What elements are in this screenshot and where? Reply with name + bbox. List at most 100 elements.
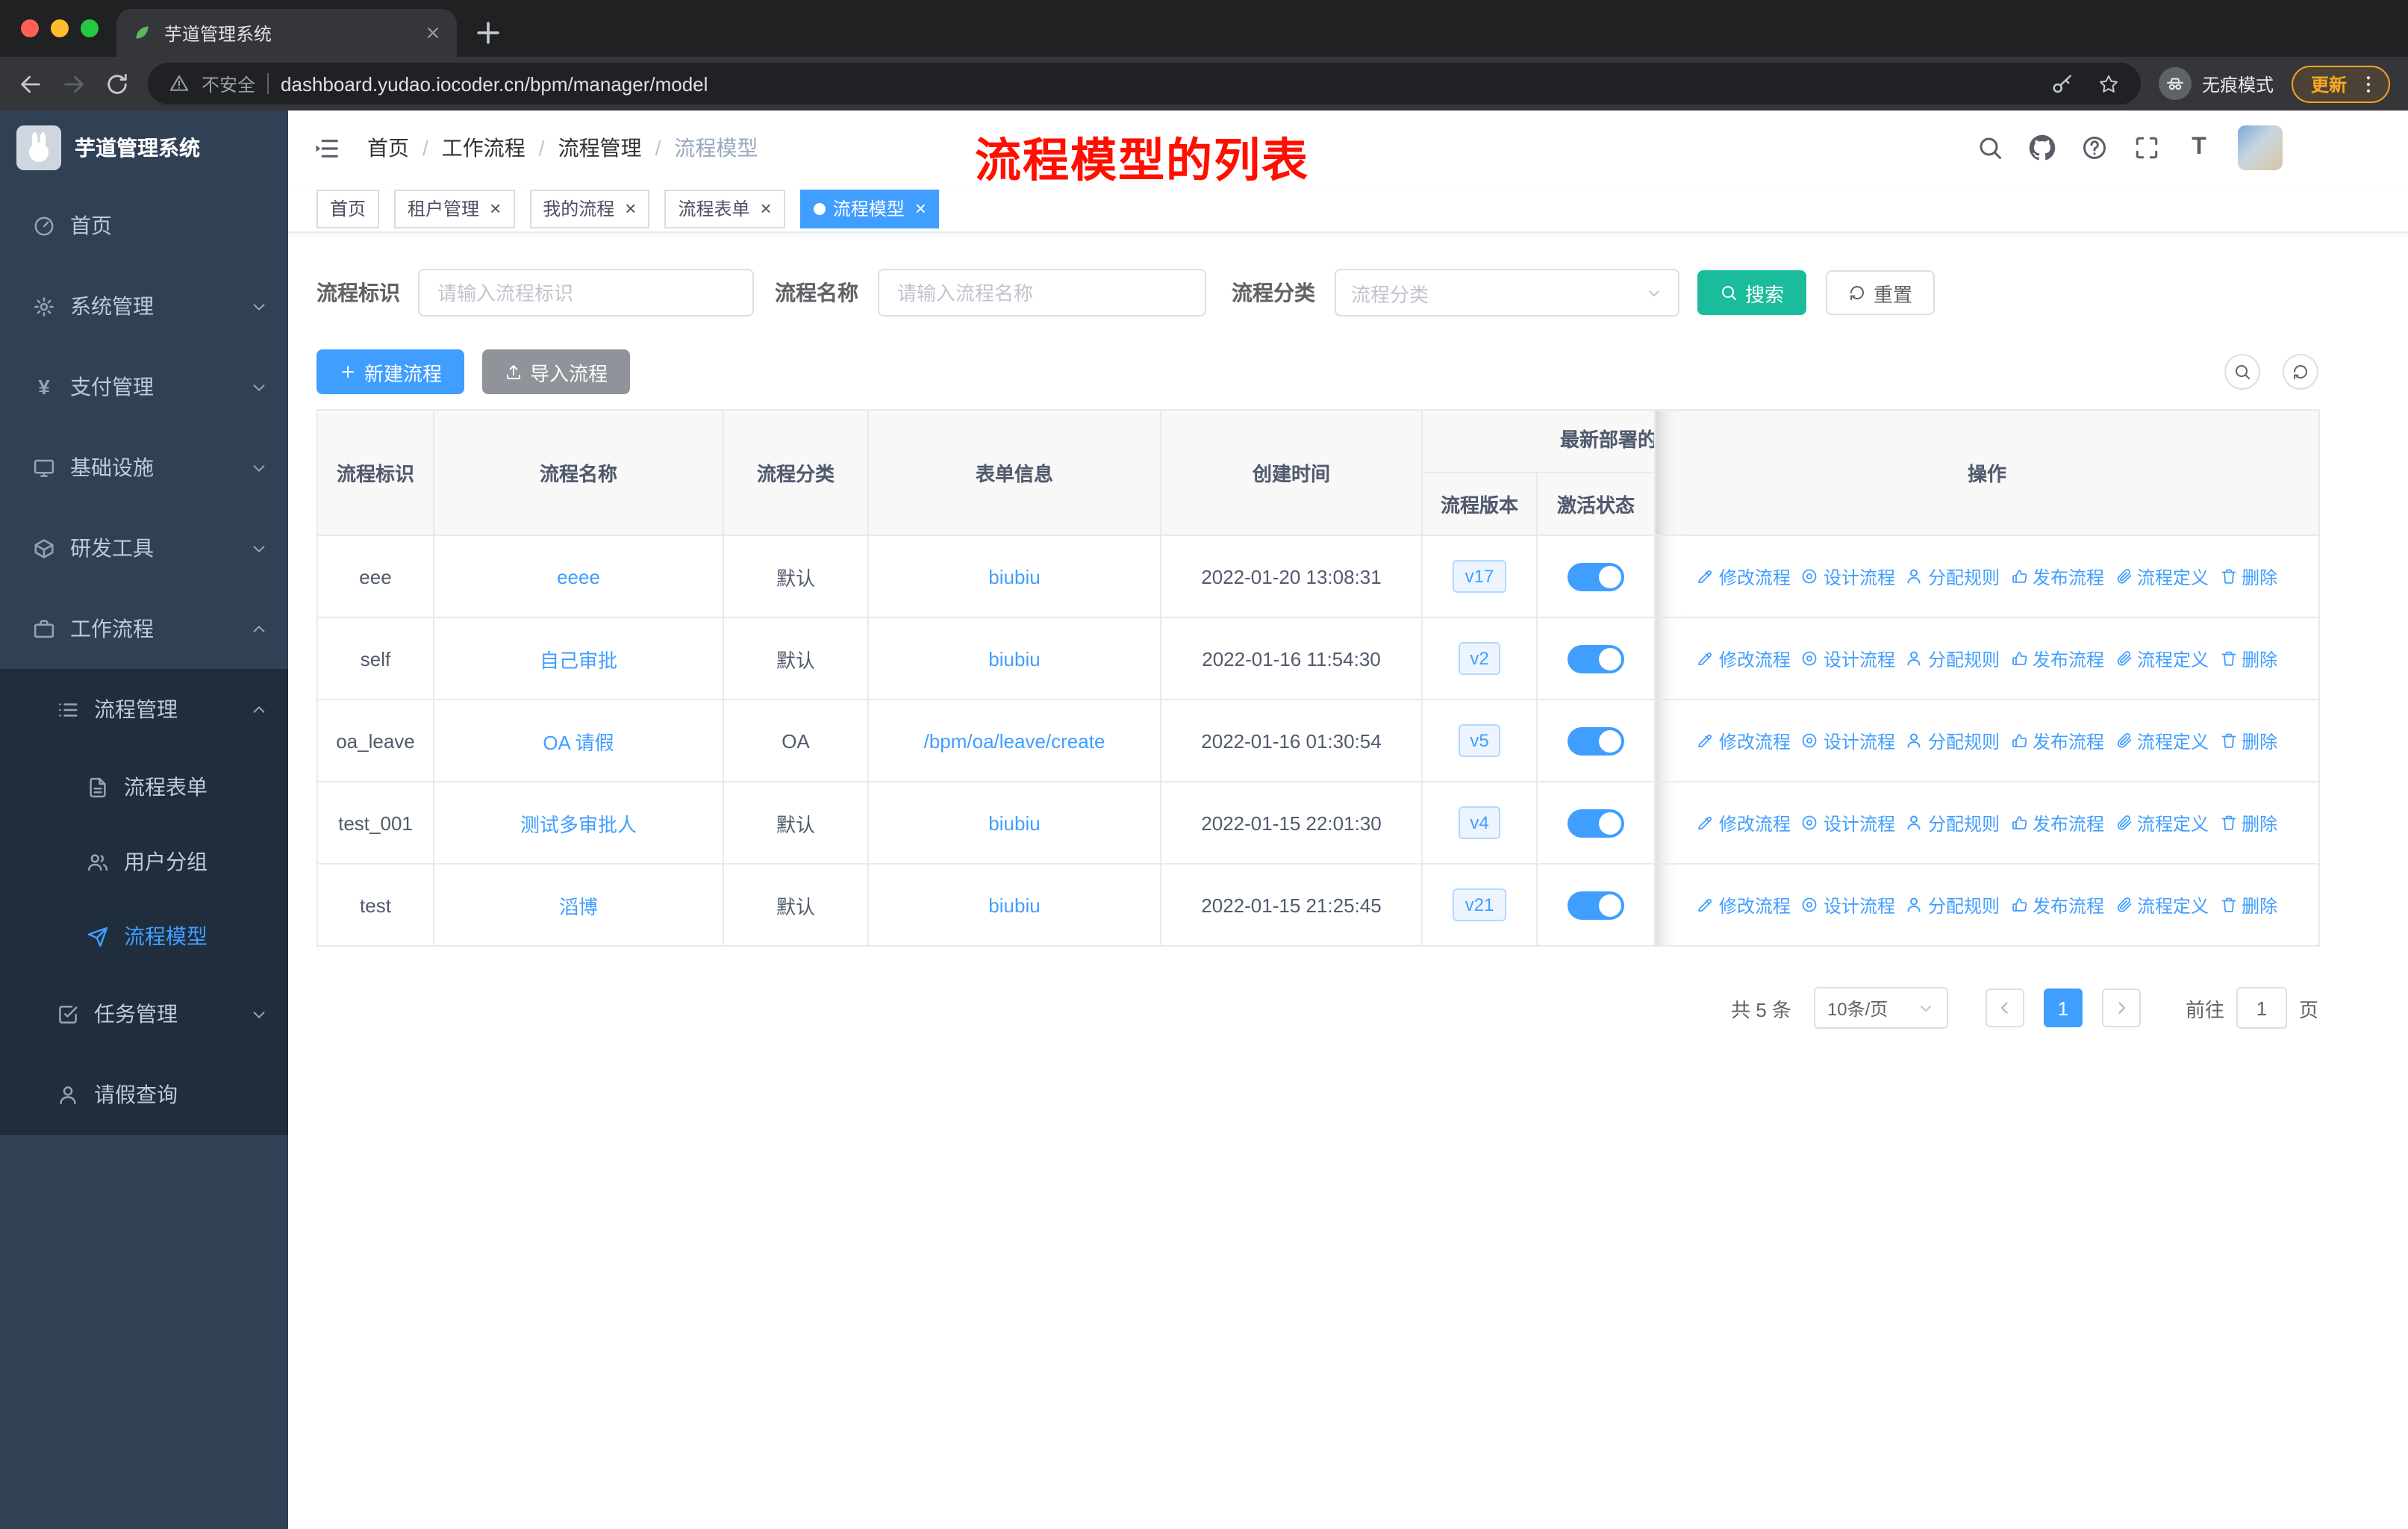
reload-button[interactable]: [105, 71, 130, 96]
tag-process-model[interactable]: 流程模型 ×: [799, 189, 940, 228]
action-delete[interactable]: 删除: [2219, 564, 2277, 589]
sidebar-item-user-group[interactable]: 用户分组: [0, 824, 288, 899]
tag-close-icon[interactable]: ×: [761, 199, 772, 218]
goto-page-input[interactable]: [2236, 987, 2287, 1029]
tag-tenant-management[interactable]: 租户管理 ×: [394, 189, 515, 228]
active-status-toggle[interactable]: [1568, 726, 1624, 755]
process-name-link[interactable]: 自己审批: [540, 649, 617, 671]
github-icon[interactable]: [2029, 134, 2056, 161]
tag-close-icon[interactable]: ×: [915, 199, 926, 218]
bookmark-star-icon[interactable]: [2097, 72, 2120, 95]
action-design[interactable]: 设计流程: [1801, 646, 1895, 671]
tag-close-icon[interactable]: ×: [490, 199, 501, 218]
action-modify[interactable]: 修改流程: [1697, 810, 1791, 835]
process-name-input[interactable]: [878, 269, 1206, 317]
sidebar-item-payment-management[interactable]: ¥ 支付管理: [0, 346, 288, 427]
form-info-link[interactable]: biubiu: [988, 812, 1040, 834]
version-badge[interactable]: v4: [1458, 806, 1501, 840]
action-modify[interactable]: 修改流程: [1697, 564, 1791, 589]
action-publish[interactable]: 发布流程: [2010, 728, 2104, 753]
sidebar-item-infrastructure[interactable]: 基础设施: [0, 427, 288, 508]
tag-close-icon[interactable]: ×: [625, 199, 636, 218]
back-button[interactable]: [18, 71, 43, 96]
url-text[interactable]: dashboard.yudao.iocoder.cn/bpm/manager/m…: [281, 72, 2027, 95]
action-publish[interactable]: 发布流程: [2010, 646, 2104, 671]
action-assign-rule[interactable]: 分配规则: [1906, 810, 2000, 835]
tab-close-icon[interactable]: [424, 24, 442, 42]
version-badge[interactable]: v2: [1458, 641, 1501, 676]
reset-button[interactable]: 重置: [1826, 270, 1936, 315]
prev-page-button[interactable]: [1985, 988, 2024, 1027]
page-size-select[interactable]: 10条/页: [1813, 987, 1948, 1029]
hide-search-button[interactable]: [2224, 354, 2260, 390]
action-design[interactable]: 设计流程: [1801, 564, 1895, 589]
action-modify[interactable]: 修改流程: [1697, 892, 1791, 918]
app-logo[interactable]: 芋道管理系统: [0, 110, 288, 185]
tag-home[interactable]: 首页: [316, 189, 380, 228]
sidebar-item-process-form[interactable]: 流程表单: [0, 750, 288, 824]
user-avatar[interactable]: [2238, 125, 2283, 170]
sidebar-item-leave-query[interactable]: 请假查询: [0, 1054, 288, 1135]
action-publish[interactable]: 发布流程: [2010, 564, 2104, 589]
action-modify[interactable]: 修改流程: [1697, 646, 1791, 671]
action-modify[interactable]: 修改流程: [1697, 728, 1791, 753]
process-name-link[interactable]: 滔博: [559, 895, 598, 918]
browser-update-button[interactable]: 更新: [2291, 65, 2390, 102]
process-key-input[interactable]: [418, 269, 754, 317]
action-definition[interactable]: 流程定义: [2115, 810, 2209, 835]
action-assign-rule[interactable]: 分配规则: [1906, 646, 2000, 671]
sidebar-item-process-management[interactable]: 流程管理: [0, 669, 288, 750]
action-assign-rule[interactable]: 分配规则: [1906, 564, 2000, 589]
action-definition[interactable]: 流程定义: [2115, 646, 2209, 671]
action-publish[interactable]: 发布流程: [2010, 892, 2104, 918]
version-badge[interactable]: v21: [1453, 888, 1506, 922]
action-delete[interactable]: 删除: [2219, 646, 2277, 671]
form-info-link[interactable]: biubiu: [988, 647, 1040, 670]
browser-tab[interactable]: 芋道管理系统: [116, 9, 457, 57]
process-name-link[interactable]: eeee: [557, 565, 600, 588]
import-process-button[interactable]: 导入流程: [482, 349, 631, 394]
new-tab-button[interactable]: [472, 16, 505, 49]
font-size-icon[interactable]: T: [2186, 134, 2212, 161]
search-icon[interactable]: [1977, 134, 2003, 161]
action-design[interactable]: 设计流程: [1801, 728, 1895, 753]
action-assign-rule[interactable]: 分配规则: [1906, 728, 2000, 753]
action-publish[interactable]: 发布流程: [2010, 810, 2104, 835]
form-info-link[interactable]: /bpm/oa/leave/create: [924, 729, 1105, 752]
sidebar-item-home[interactable]: 首页: [0, 185, 288, 266]
refresh-table-button[interactable]: [2283, 354, 2318, 390]
action-definition[interactable]: 流程定义: [2115, 728, 2209, 753]
version-badge[interactable]: v5: [1458, 723, 1501, 758]
fullscreen-icon[interactable]: [2133, 134, 2160, 161]
action-delete[interactable]: 删除: [2219, 810, 2277, 835]
breadcrumb-item[interactable]: 流程管理: [558, 133, 642, 163]
search-button[interactable]: 搜索: [1697, 270, 1807, 315]
browser-menu-icon[interactable]: [2357, 72, 2380, 95]
sidebar-toggle-icon[interactable]: [312, 134, 340, 162]
form-info-link[interactable]: biubiu: [988, 894, 1040, 916]
not-secure-warning-icon[interactable]: [169, 73, 190, 94]
action-design[interactable]: 设计流程: [1801, 892, 1895, 918]
forward-button[interactable]: [61, 71, 87, 96]
sidebar-item-workflow[interactable]: 工作流程: [0, 588, 288, 669]
sidebar-item-task-management[interactable]: 任务管理: [0, 974, 288, 1054]
action-delete[interactable]: 删除: [2219, 728, 2277, 753]
version-badge[interactable]: v17: [1453, 559, 1506, 594]
incognito-profile-chip[interactable]: 无痕模式: [2158, 67, 2274, 100]
breadcrumb-item[interactable]: 工作流程: [442, 133, 525, 163]
maximize-window-button[interactable]: [81, 19, 99, 37]
sidebar-item-process-model[interactable]: 流程模型: [0, 899, 288, 974]
create-process-button[interactable]: 新建流程: [316, 349, 465, 394]
action-definition[interactable]: 流程定义: [2115, 892, 2209, 918]
tag-my-process[interactable]: 我的流程 ×: [529, 189, 650, 228]
active-status-toggle[interactable]: [1568, 562, 1624, 591]
active-status-toggle[interactable]: [1568, 809, 1624, 837]
active-status-toggle[interactable]: [1568, 891, 1624, 919]
process-name-link[interactable]: OA 请假: [543, 731, 614, 753]
close-window-button[interactable]: [21, 19, 39, 37]
address-omnibox[interactable]: 不安全 dashboard.yudao.iocoder.cn/bpm/manag…: [148, 63, 2141, 105]
process-name-link[interactable]: 测试多审批人: [520, 813, 637, 835]
sidebar-item-system-management[interactable]: 系统管理: [0, 266, 288, 346]
next-page-button[interactable]: [2101, 988, 2141, 1027]
help-icon[interactable]: [2081, 134, 2108, 161]
